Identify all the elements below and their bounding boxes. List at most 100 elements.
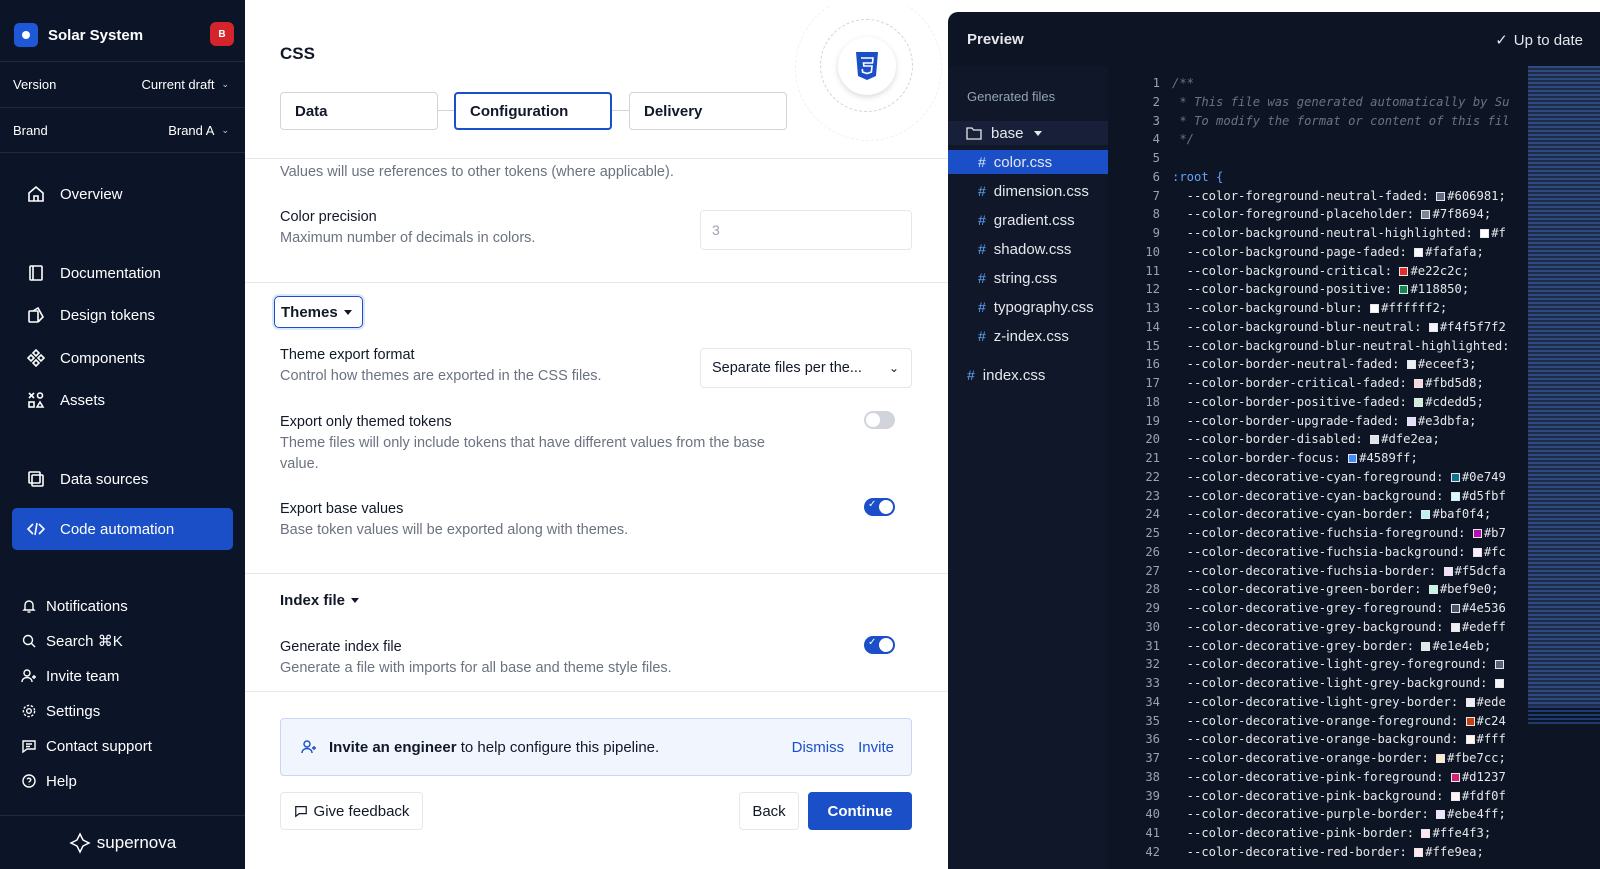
nav-assets[interactable]: Assets [12, 379, 233, 421]
color-swatch [1450, 622, 1460, 632]
code-value: #cdedd5; [1425, 394, 1484, 409]
css3-icon [855, 51, 878, 80]
tab-configuration[interactable]: Configuration [454, 92, 612, 130]
hash-icon: # [978, 183, 986, 199]
color-swatch [1450, 791, 1460, 801]
nav-help[interactable]: Help [21, 766, 77, 796]
supernova-logo: supernova [0, 815, 245, 869]
user-plus-icon [301, 740, 316, 754]
line-number: 17 [1145, 376, 1160, 390]
code-line: --color-foreground-placeholder: #7f8694; [1172, 205, 1492, 224]
code-value: #fdf0f [1461, 788, 1506, 803]
code-value: #f [1491, 226, 1506, 240]
line-number: 41 [1145, 826, 1160, 840]
code-text: --color-background-neutral-highlighted: [1172, 226, 1481, 240]
color-swatch [1399, 266, 1409, 276]
dismiss-link[interactable]: Dismiss [792, 739, 845, 756]
code-text: --color-background-blur-neutral-highligh… [1172, 338, 1510, 353]
theme-export-format-select[interactable]: Separate files per the... ⌄ [700, 348, 912, 388]
css-badge [795, 6, 942, 141]
page-title: CSS [280, 44, 315, 63]
export-base-values-toggle[interactable]: ✓ [864, 498, 895, 516]
version-selector[interactable]: Version Current draft ⌄ [0, 61, 245, 107]
line-number: 9 [1152, 226, 1160, 240]
folder-icon [966, 127, 982, 140]
code-line: --color-border-focus: #4589ff; [1172, 449, 1418, 468]
hash-icon: # [978, 299, 986, 315]
nav-settings[interactable]: Settings [21, 696, 100, 726]
code-viewer[interactable]: 1 /** 2 * This file was generated automati… [1108, 66, 1528, 869]
section-label: Themes [281, 303, 338, 321]
tab-data[interactable]: Data [280, 92, 438, 130]
code-value: #0e749 [1461, 469, 1506, 484]
brand-selector[interactable]: Brand Brand A ⌄ [0, 107, 245, 153]
code-value: #606981; [1447, 188, 1506, 203]
user-avatar[interactable]: B [210, 22, 234, 46]
nav-design-tokens[interactable]: Design tokens [12, 294, 233, 336]
assets-icon [28, 392, 45, 408]
file-color-css[interactable]: # color.css [948, 150, 1108, 174]
file-z-index-css[interactable]: # z-index.css [948, 324, 1108, 348]
code-line: --color-border-critical-faded: #fbd5d8; [1172, 374, 1484, 393]
theme-export-format-label: Theme export format [280, 347, 415, 363]
generate-index-toggle[interactable]: ✓ [864, 636, 895, 654]
folder-label: base [991, 124, 1024, 142]
themes-section-toggle[interactable]: Themes [274, 296, 363, 328]
tab-delivery[interactable]: Delivery [629, 92, 787, 130]
export-only-themed-toggle[interactable] [864, 411, 895, 429]
nav-invite-team[interactable]: Invite team [21, 661, 119, 691]
code-line: --color-background-critical: #e22c2c; [1172, 262, 1470, 281]
nav-contact-support[interactable]: Contact support [21, 731, 152, 761]
code-line: --color-decorative-grey-background: #ede… [1172, 618, 1506, 637]
file-shadow-css[interactable]: # shadow.css [948, 237, 1108, 261]
code-line: --color-decorative-light-grey-background… [1172, 674, 1506, 693]
nav-components[interactable]: Components [12, 337, 233, 379]
file-dimension-css[interactable]: # dimension.css [948, 179, 1108, 203]
color-swatch [1436, 754, 1446, 763]
give-feedback-button[interactable]: Give feedback [280, 792, 423, 830]
generate-index-label: Generate index file [280, 639, 402, 655]
nav-overview[interactable]: Overview [12, 173, 233, 215]
color-precision-input[interactable]: 3 [700, 210, 912, 250]
nav-data-sources[interactable]: Data sources [12, 458, 233, 500]
color-precision-label: Color precision [280, 209, 377, 225]
line-number: 20 [1145, 432, 1160, 447]
code-minimap[interactable] [1528, 66, 1600, 726]
file-string-css[interactable]: # string.css [948, 266, 1108, 290]
config-panel: CSS Data Configuration Delivery Values w… [245, 6, 948, 869]
workspace-switcher[interactable]: Solar System B [14, 20, 234, 50]
color-swatch [1414, 397, 1424, 407]
sidebar: Solar System B Version Current draft ⌄ Br… [0, 0, 245, 869]
line-number: 24 [1145, 507, 1160, 522]
hash-icon: # [978, 328, 986, 344]
color-swatch [1428, 322, 1438, 332]
file-gradient-css[interactable]: # gradient.css [948, 208, 1108, 232]
color-swatch [1450, 491, 1460, 501]
code-text: --color-decorative-light-grey-border: [1172, 694, 1466, 709]
code-text: --color-decorative-green-border: [1172, 582, 1429, 597]
line-number: 37 [1145, 751, 1160, 765]
export-base-values-desc: Base token values will be exported along… [280, 522, 629, 538]
caret-down-icon [351, 598, 360, 603]
line-number: 26 [1145, 544, 1160, 559]
folder-base[interactable]: base [948, 121, 1108, 145]
nav-notifications[interactable]: Notifications [21, 591, 128, 621]
nav-documentation[interactable]: Documentation [12, 252, 233, 294]
invite-link[interactable]: Invite [858, 739, 894, 756]
nav-search[interactable]: Search ⌘K [21, 626, 123, 656]
line-number: 23 [1145, 488, 1160, 503]
nav-label: Invite team [46, 667, 120, 685]
nav-label: Design tokens [60, 306, 156, 324]
index-file-section-toggle[interactable]: Index file [280, 592, 360, 609]
color-swatch [1414, 379, 1424, 388]
gear-icon [22, 704, 36, 718]
line-number: 32 [1145, 657, 1160, 672]
file-index-css[interactable]: # index.css [967, 363, 1045, 387]
back-button[interactable]: Back [739, 792, 799, 830]
check-icon: ✓ [1495, 32, 1508, 49]
file-typography-css[interactable]: # typography.css [948, 295, 1108, 319]
line-number: 22 [1145, 469, 1160, 484]
line-number: 34 [1145, 694, 1160, 709]
nav-code-automation[interactable]: Code automation [12, 508, 233, 550]
continue-button[interactable]: Continue [808, 792, 912, 830]
